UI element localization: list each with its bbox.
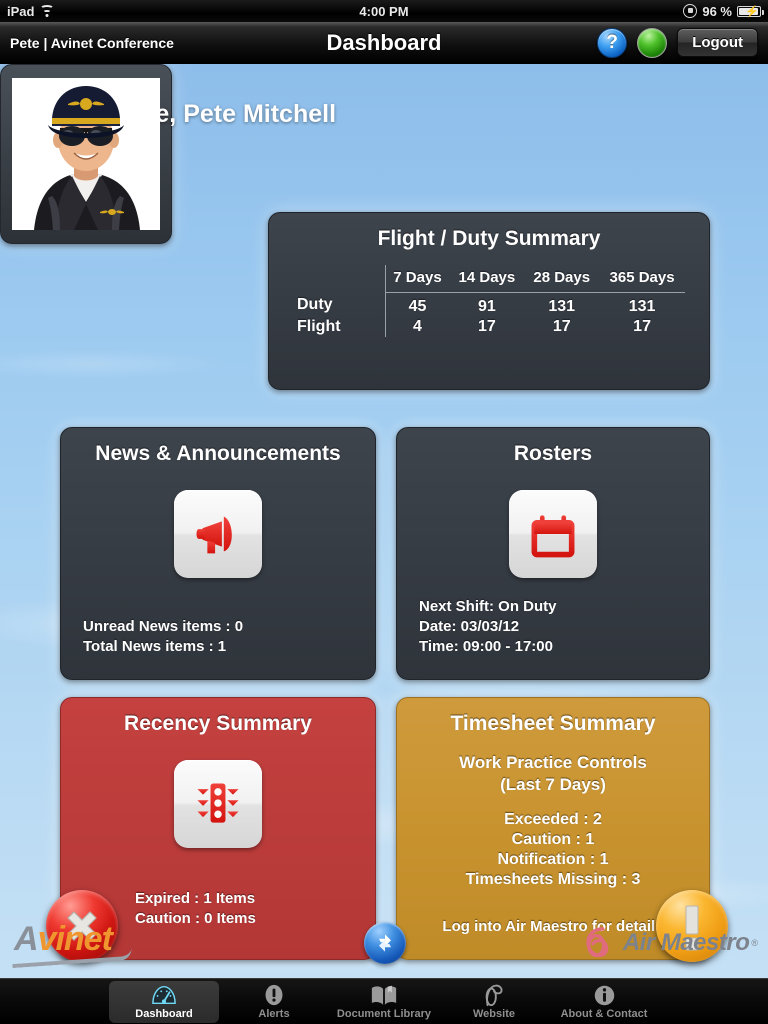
news-announcements-card[interactable]: News & Announcements Unread News items :… — [60, 427, 376, 680]
table-row: Duty 45 91 131 131 — [293, 292, 685, 317]
recency-expired-count: Expired : 1 Items — [135, 890, 256, 907]
device-name: iPad — [7, 3, 35, 19]
duty-7days: 45 — [384, 292, 450, 317]
avinet-logo-a: A — [14, 920, 39, 958]
timesheet-caution: Caution : 1 — [511, 831, 595, 848]
avatar — [12, 78, 160, 230]
timesheet-subtitle: Work Practice Controls (Last 7 Days) — [397, 752, 709, 796]
duty-28days: 131 — [548, 298, 576, 315]
flight-28days: 17 — [552, 318, 571, 335]
status-bar-right: 96 % ⚡ — [683, 3, 764, 19]
footer-logos: Avinet Air Maestro ® — [0, 912, 768, 978]
table-corner-cell — [293, 265, 385, 293]
user-context-label: Pete | Avinet Conference — [10, 34, 174, 51]
ios-status-bar: iPad 4:00 PM 96 % ⚡ — [0, 0, 768, 22]
rotation-lock-icon — [683, 4, 698, 18]
recency-summary-title: Recency Summary — [124, 712, 312, 735]
flight-14days: 17 — [478, 318, 496, 335]
timesheet-subtitle-line2: (Last 7 Days) — [500, 775, 606, 794]
megaphone-icon — [174, 490, 262, 578]
news-counts: Unread News items : 0 Total News items :… — [83, 617, 243, 657]
air-maestro-logo: Air Maestro ® — [583, 924, 758, 962]
air-maestro-ribbon-icon — [586, 927, 609, 958]
timesheet-notification: Notification : 1 — [497, 851, 609, 868]
timesheet-stats: Exceeded : 2 Caution : 1 Notification : … — [397, 810, 709, 890]
tab-label-website: Website — [473, 1008, 515, 1020]
next-shift-date: Date: 03/03/12 — [419, 618, 520, 635]
traffic-light-icon — [174, 760, 262, 848]
status-bar-clock: 4:00 PM — [359, 3, 409, 19]
timesheet-missing: Timesheets Missing : 3 — [465, 871, 641, 888]
alert-icon — [263, 983, 285, 1007]
website-icon — [482, 983, 506, 1007]
flight-duty-summary-title: Flight / Duty Summary — [377, 227, 601, 250]
table-row: Flight 4 17 17 17 — [293, 317, 685, 337]
connection-status-orb-icon[interactable] — [637, 27, 668, 58]
duty-365days: 131 — [628, 298, 656, 315]
status-bar-left: iPad — [7, 4, 54, 19]
pilot-avatar-photo — [12, 78, 160, 230]
navigation-bar-actions: ? Logout — [597, 27, 758, 58]
tab-bar: Dashboard Alerts Document Library Websit… — [0, 978, 768, 1024]
logout-button[interactable]: Logout — [677, 28, 758, 57]
duty-14days: 91 — [478, 298, 496, 315]
tab-about-contact[interactable]: About & Contact — [549, 981, 659, 1023]
tab-website[interactable]: Website — [439, 981, 549, 1023]
rosters-card[interactable]: Rosters Next Shift: On Duty Date: 03/03/… — [396, 427, 710, 680]
tab-label-alerts: Alerts — [258, 1008, 290, 1020]
timesheet-exceeded: Exceeded : 2 — [504, 811, 602, 828]
tab-document-library[interactable]: Document Library — [329, 981, 439, 1023]
info-icon — [593, 983, 616, 1007]
column-header-365days: 365 Days — [599, 265, 685, 293]
air-maestro-registered-mark: ® — [751, 938, 758, 948]
row-label-flight: Flight — [297, 318, 341, 335]
flight-7days: 4 — [384, 317, 450, 337]
roster-next-shift-info: Next Shift: On Duty Date: 03/03/12 Time:… — [419, 597, 557, 657]
tab-alerts[interactable]: Alerts — [219, 981, 329, 1023]
row-label-duty: Duty — [297, 295, 333, 313]
column-header-7days: 7 Days — [384, 265, 450, 293]
next-shift-time: Time: 09:00 - 17:00 — [419, 638, 553, 655]
user-avatar-card[interactable] — [0, 64, 172, 244]
battery-charging-icon: ⚡ — [737, 5, 764, 18]
column-header-28days: 28 Days — [524, 265, 600, 293]
tab-label-dashboard: Dashboard — [135, 1008, 193, 1020]
unread-news-count: Unread News items : 0 — [83, 618, 244, 635]
flight-duty-summary-card[interactable]: Flight / Duty Summary 7 Days 14 Days 28 … — [268, 212, 710, 390]
total-news-count: Total News items : 1 — [83, 638, 227, 655]
battery-percent: 96 % — [702, 3, 732, 19]
flight-365days: 17 — [633, 318, 651, 335]
help-icon[interactable]: ? — [597, 27, 628, 58]
book-icon — [370, 983, 398, 1007]
timesheet-subtitle-line1: Work Practice Controls — [459, 753, 647, 772]
air-maestro-logo-text: Air Maestro — [622, 929, 750, 956]
navigation-bar: Pete | Avinet Conference Dashboard ? Log… — [0, 22, 768, 64]
table-header-row: 7 Days 14 Days 28 Days 365 Days — [293, 265, 685, 293]
rosters-title: Rosters — [513, 442, 593, 465]
tab-dashboard[interactable]: Dashboard — [109, 980, 219, 1023]
next-shift-label: Next Shift: On Duty — [419, 598, 557, 615]
tab-label-document-library: Document Library — [336, 1008, 432, 1020]
dashboard-content: Welcome, Pete Mitchell Flight / Duty Sum… — [0, 64, 768, 978]
calendar-icon — [509, 490, 597, 578]
gauge-icon — [150, 983, 178, 1007]
column-header-14days: 14 Days — [449, 265, 525, 293]
tab-label-about-contact: About & Contact — [560, 1008, 648, 1020]
refresh-icon[interactable] — [364, 922, 406, 964]
timesheet-summary-title: Timesheet Summary — [450, 712, 656, 735]
wifi-icon — [39, 5, 54, 17]
flight-duty-table: 7 Days 14 Days 28 Days 365 Days Duty 45 … — [293, 265, 685, 337]
news-announcements-title: News & Announcements — [95, 442, 341, 465]
